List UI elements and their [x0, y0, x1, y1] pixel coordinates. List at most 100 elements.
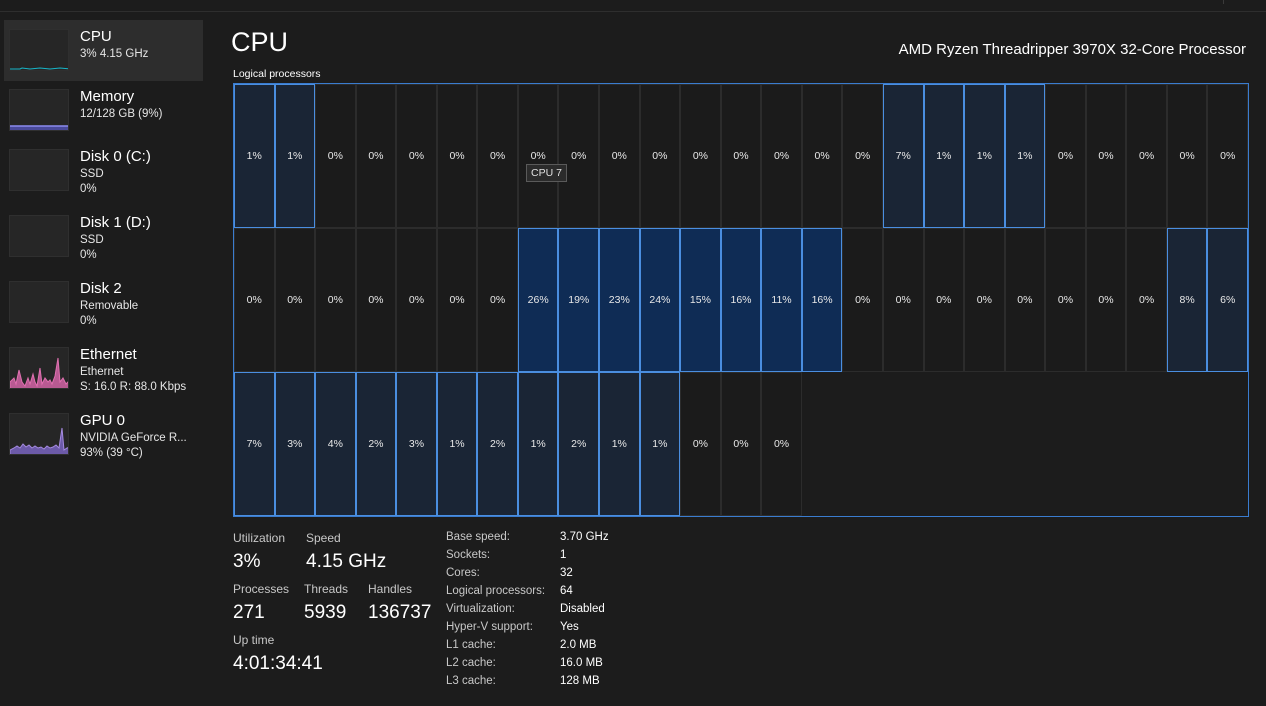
logical-processor-cell[interactable]: 1%	[1004, 84, 1046, 228]
logical-processor-cell[interactable]: 6%	[1207, 228, 1248, 372]
logical-processor-cell[interactable]: 0%	[274, 228, 316, 372]
logical-processor-cell[interactable]: 0%	[639, 84, 681, 228]
logical-processor-cell[interactable]: 7%	[234, 372, 275, 516]
sidebar-item-title: GPU 0	[80, 412, 126, 429]
logical-processor-cell[interactable]: 1%	[599, 372, 640, 516]
logical-processor-cell[interactable]: 0%	[599, 84, 640, 228]
sidebar-item-disk-0[interactable]: Disk 0 (C:) SSD 0%	[4, 140, 203, 201]
sidebar-item-memory[interactable]: Memory 12/128 GB (9%)	[4, 80, 203, 141]
logical-processor-cell[interactable]: 0%	[234, 228, 275, 372]
logical-processor-cell[interactable]: 7%	[882, 84, 924, 228]
sidebar-item-detail: 12/128 GB (9%)	[80, 108, 163, 120]
logical-processor-cell[interactable]: 0%	[1085, 84, 1127, 228]
logical-processor-cell[interactable]: 24%	[639, 228, 681, 372]
logical-processor-cell[interactable]: 16%	[801, 228, 843, 372]
logical-processor-cell[interactable]: 19%	[558, 228, 600, 372]
logical-processor-cell[interactable]: 0%	[517, 84, 559, 228]
logical-processor-value: 0%	[327, 294, 343, 306]
logical-processor-cell[interactable]: 23%	[599, 228, 640, 372]
logical-processor-cell[interactable]: 26%	[517, 228, 559, 372]
sidebar-item-type: Removable	[80, 300, 139, 312]
sidebar-item-disk-2[interactable]: Disk 2 Removable 0%	[4, 272, 203, 333]
logical-processor-cell[interactable]: 1%	[964, 84, 1005, 228]
logical-processor-cell[interactable]: 0%	[1126, 228, 1167, 372]
threads-value: 5939	[304, 602, 347, 623]
logical-processor-cell[interactable]: 0%	[396, 228, 437, 372]
logical-processor-cell[interactable]: 0%	[355, 84, 397, 228]
logical-processor-cell[interactable]: 0%	[1207, 84, 1248, 228]
logical-processor-cell[interactable]: 1%	[436, 372, 478, 516]
sidebar-item-cpu[interactable]: CPU 3% 4.15 GHz	[4, 20, 203, 81]
logical-processor-cell[interactable]: 0%	[1045, 228, 1086, 372]
logical-processor-cell[interactable]: 0%	[436, 228, 478, 372]
logical-processor-cell[interactable]: 0%	[680, 84, 721, 228]
logical-processor-cell[interactable]: 1%	[923, 84, 965, 228]
logical-processor-value: 11%	[771, 294, 792, 306]
logical-processor-cell[interactable]: 0%	[842, 84, 883, 228]
logical-processor-cell[interactable]: 0%	[761, 372, 802, 516]
logical-processor-cell[interactable]: 0%	[436, 84, 478, 228]
utilization-value: 3%	[233, 551, 261, 572]
logical-processor-value: 16%	[811, 294, 833, 306]
logical-processor-value: 1%	[976, 150, 992, 162]
logical-processor-cell[interactable]: 0%	[315, 84, 356, 228]
spec-label: Logical processors:	[446, 585, 546, 597]
logical-processor-cell[interactable]: 3%	[274, 372, 316, 516]
logical-processor-cell[interactable]: 1%	[517, 372, 559, 516]
logical-processor-cell[interactable]: 11%	[761, 228, 802, 372]
processor-name: AMD Ryzen Threadripper 3970X 32-Core Pro…	[898, 41, 1246, 58]
logical-processor-cell[interactable]: 2%	[558, 372, 600, 516]
logical-processor-cell[interactable]: 0%	[842, 228, 883, 372]
sidebar-item-detail: 0%	[80, 249, 97, 261]
logical-processor-cell[interactable]: 16%	[720, 228, 762, 372]
logical-processor-cell[interactable]: 0%	[315, 228, 356, 372]
logical-processor-cell[interactable]: 0%	[1126, 84, 1167, 228]
spec-label: Cores:	[446, 567, 480, 579]
logical-processor-cell[interactable]: 0%	[680, 372, 721, 516]
logical-processor-cell[interactable]: 0%	[761, 84, 802, 228]
logical-processor-value: 0%	[855, 150, 871, 162]
logical-processor-cell[interactable]: 0%	[720, 84, 762, 228]
logical-processor-cell[interactable]: 4%	[315, 372, 356, 516]
sidebar-item-detail: S: 16.0 R: 88.0 Kbps	[80, 381, 187, 393]
utilization-label: Utilization	[233, 531, 286, 545]
sidebar-item-title: Disk 2	[80, 280, 122, 297]
logical-processor-cell[interactable]: 0%	[964, 228, 1005, 372]
sidebar-item-gpu-0[interactable]: GPU 0 NVIDIA GeForce R... 93% (39 °C)	[4, 404, 203, 465]
logical-processor-cell[interactable]: 0%	[1166, 84, 1208, 228]
logical-processor-value: 19%	[568, 294, 590, 306]
logical-processor-cell[interactable]: 0%	[1085, 228, 1127, 372]
logical-processor-cell[interactable]: 15%	[680, 228, 721, 372]
logical-processor-value: 0%	[733, 150, 749, 162]
logical-processor-value: 0%	[936, 294, 952, 306]
logical-processor-value: 0%	[1220, 150, 1236, 162]
logical-processor-cell[interactable]: 2%	[477, 372, 518, 516]
logical-processor-cell[interactable]: 0%	[396, 84, 437, 228]
logical-processor-cell[interactable]: 0%	[882, 228, 924, 372]
logical-processor-value: 1%	[530, 438, 546, 450]
logical-processor-cell[interactable]: 1%	[234, 84, 275, 228]
logical-processor-value: 23%	[608, 294, 630, 306]
logical-processor-grid[interactable]: 1% 1% 0% 0% 0% 0% 0% 0% 0% 0% 0% 0% 0% 0% 0% 0% 7% 1% 1% 1%…	[233, 83, 1249, 517]
logical-processor-cell[interactable]: 0%	[801, 84, 843, 228]
sidebar-item-disk-1[interactable]: Disk 1 (D:) SSD 0%	[4, 206, 203, 267]
logical-processor-cell[interactable]: 3%	[396, 372, 437, 516]
logical-processor-cell[interactable]: 1%	[274, 84, 316, 228]
logical-processor-cell[interactable]: 0%	[355, 228, 397, 372]
logical-processor-cell[interactable]: 0%	[1045, 84, 1086, 228]
logical-processor-cell[interactable]: 0%	[477, 84, 518, 228]
logical-processor-cell[interactable]: 2%	[355, 372, 397, 516]
logical-processor-cell[interactable]: 8%	[1166, 228, 1208, 372]
spec-label: L3 cache:	[446, 675, 496, 687]
logical-processor-cell[interactable]: 0%	[477, 228, 518, 372]
logical-processor-value: 24%	[649, 294, 671, 306]
cpu-tooltip: CPU 7	[526, 164, 567, 182]
logical-processor-cell[interactable]: 0%	[923, 228, 965, 372]
logical-processor-cell[interactable]: 1%	[639, 372, 681, 516]
logical-processor-value: 7%	[895, 150, 911, 162]
logical-processor-cell[interactable]: 0%	[720, 372, 762, 516]
logical-processor-value: 16%	[730, 294, 752, 306]
sidebar-item-ethernet[interactable]: Ethernet Ethernet S: 16.0 R: 88.0 Kbps	[4, 338, 203, 399]
logical-processor-cell[interactable]: 0%	[558, 84, 600, 228]
logical-processor-cell[interactable]: 0%	[1004, 228, 1046, 372]
